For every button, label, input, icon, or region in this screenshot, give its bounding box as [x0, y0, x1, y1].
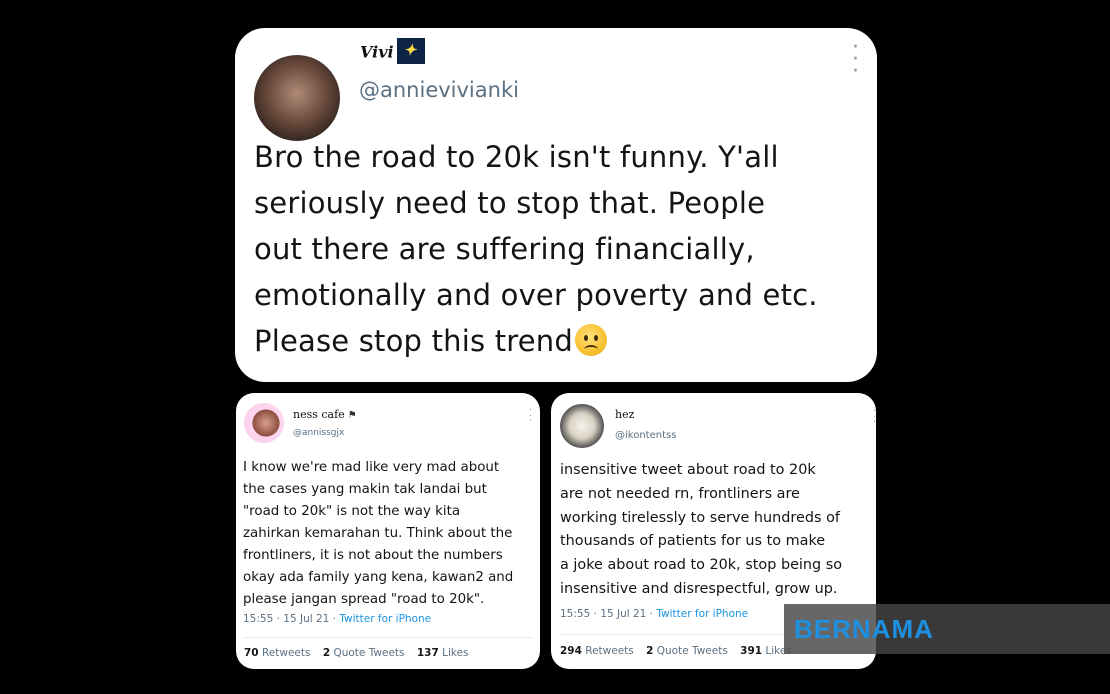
- source-link[interactable]: Twitter for iPhone: [339, 613, 431, 625]
- display-name[interactable]: Vivi: [360, 38, 425, 66]
- tweet-text: insensitive tweet about road to 20k are …: [560, 462, 843, 597]
- tweet-meta: 15:55 · 15 Jul 21 · Twitter for iPhone: [243, 613, 431, 625]
- source-link[interactable]: Twitter for iPhone: [656, 608, 748, 620]
- avatar[interactable]: [254, 55, 340, 141]
- display-name[interactable]: hez: [615, 408, 634, 421]
- more-vertical-icon[interactable]: · · ·: [852, 36, 859, 82]
- quote-tweets-count[interactable]: 2 Quote Tweets: [323, 647, 405, 659]
- avatar[interactable]: [244, 403, 284, 443]
- quote-tweets-count[interactable]: 2 Quote Tweets: [646, 645, 728, 657]
- sparkle-icon: [396, 38, 425, 64]
- handle[interactable]: @ikontentss: [615, 430, 676, 441]
- handle[interactable]: @annissgjx: [293, 428, 344, 438]
- divider: [243, 637, 533, 638]
- watermark-text: BERNAMA: [794, 614, 934, 644]
- main-tweet-card[interactable]: Vivi @annievivianki ··· Bro the road to …: [235, 28, 877, 382]
- left-tweet-card[interactable]: ness cafe ⚑ @annissgjx · · · I know we're m…: [236, 393, 540, 669]
- display-name[interactable]: ness cafe ⚑: [293, 408, 357, 421]
- tweet-meta: 15:55 · 15 Jul 21 · Twitter for iPhone: [560, 608, 748, 620]
- avatar[interactable]: [560, 404, 604, 448]
- more-vertical-icon[interactable]: · · ·: [529, 406, 532, 427]
- retweets-count[interactable]: 70 Retweets: [244, 647, 310, 659]
- timestamp: 15:55 · 15 Jul 21 ·: [560, 608, 657, 620]
- frowning-face-icon: [575, 324, 607, 356]
- likes-count[interactable]: 137 Likes: [417, 647, 469, 659]
- bernama-watermark: BERNAMA: [784, 604, 1110, 654]
- tweet-text: Bro the road to 20k isn't funny. Y'all s…: [254, 140, 818, 358]
- tweet-stats: 294 Retweets 2 Quote Tweets 391 Likes: [560, 645, 801, 657]
- retweets-count[interactable]: 294 Retweets: [560, 645, 634, 657]
- handle[interactable]: @annievivianki: [359, 78, 519, 102]
- flag-icon: ⚑: [347, 409, 357, 421]
- tweet-stats: 70 Retweets 2 Quote Tweets 137 Likes: [244, 647, 478, 659]
- more-vertical-icon[interactable]: · · ·: [873, 407, 876, 428]
- tweet-text: I know we're mad like very mad about the…: [243, 460, 514, 607]
- timestamp: 15:55 · 15 Jul 21 ·: [243, 613, 340, 625]
